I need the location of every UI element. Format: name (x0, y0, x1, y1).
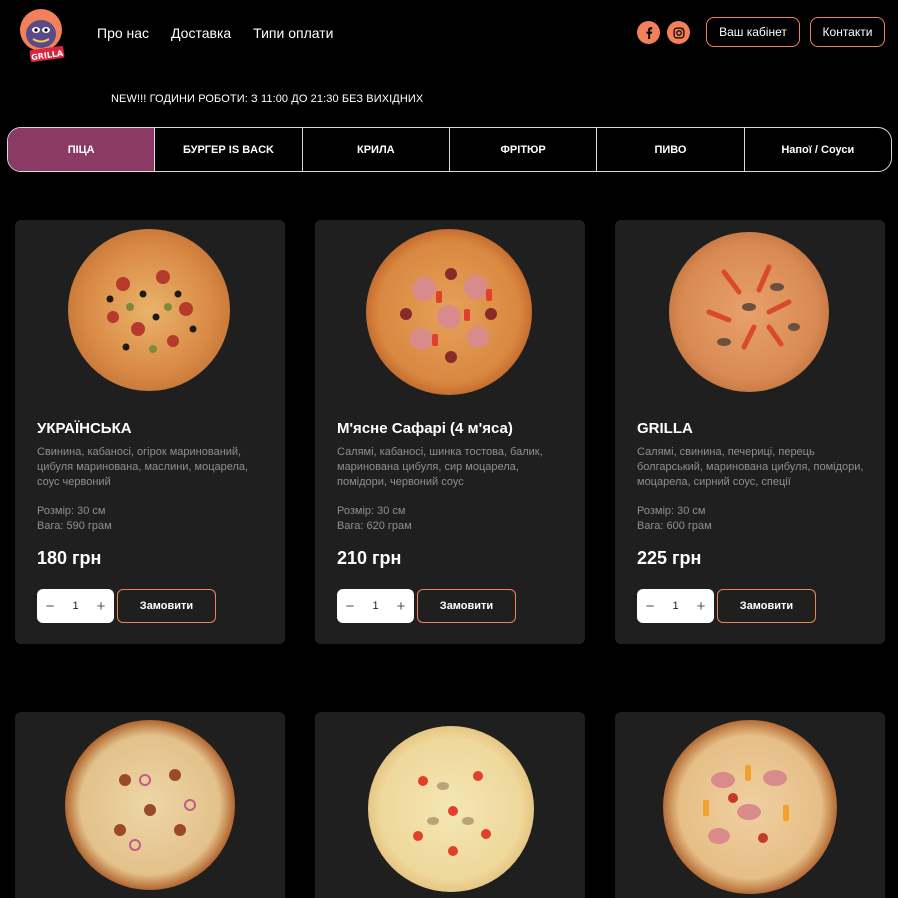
product-description: Салямі, кабаносі, шинка тостова, балик, … (337, 446, 543, 488)
nav-delivery[interactable]: Доставка (171, 25, 231, 41)
category-tabs: ПІЦА БУРГЕР IS BACK КРИЛА ФРІТЮР ПИВО На… (7, 127, 892, 172)
pizza-image (65, 720, 235, 890)
plus-icon[interactable]: + (394, 598, 408, 615)
facebook-icon[interactable] (637, 21, 660, 44)
product-description: Салямі, свинина, печериці, перець болгар… (637, 446, 864, 488)
product-name: М'ясне Сафарі (4 м'яса) (337, 420, 513, 437)
tab-beer[interactable]: ПИВО (597, 128, 745, 171)
quantity-stepper: − 1 + (337, 589, 414, 623)
tab-burger[interactable]: БУРГЕР IS BACK (155, 128, 303, 171)
product-weight: Вага: 600 грам (637, 520, 712, 532)
minus-icon[interactable]: − (643, 598, 657, 615)
pizza-image (68, 229, 230, 391)
product-price: 225 грн (637, 548, 702, 568)
tab-pizza[interactable]: ПІЦА (8, 128, 156, 171)
pizza-image (663, 720, 837, 894)
minus-icon[interactable]: − (343, 598, 357, 615)
contacts-button[interactable]: Контакти (810, 17, 885, 47)
pizza-image (669, 232, 829, 392)
quantity-stepper: − 1 + (37, 589, 114, 623)
nav-payment-types[interactable]: Типи оплати (253, 25, 333, 41)
product-name: УКРАЇНСЬКА (37, 420, 132, 437)
product-price: 180 грн (37, 548, 102, 568)
product-card: М'ясне Сафарі (4 м'яса) Салямі, кабаносі… (315, 220, 585, 644)
product-size: Розмір: 30 см (637, 505, 706, 517)
main-nav: Про нас Доставка Типи оплати (97, 25, 333, 41)
plus-icon[interactable]: + (694, 598, 708, 615)
order-button[interactable]: Замовити (117, 589, 216, 623)
order-button[interactable]: Замовити (417, 589, 516, 623)
pizza-image (366, 229, 532, 395)
quantity-value[interactable]: 1 (72, 600, 78, 612)
product-description: Свинина, кабаносі, огірок маринований, ц… (37, 446, 249, 488)
product-weight: Вага: 620 грам (337, 520, 412, 532)
quantity-value[interactable]: 1 (372, 600, 378, 612)
quantity-stepper: − 1 + (637, 589, 714, 623)
tab-drinks-sauces[interactable]: Напої / Соуси (745, 128, 891, 171)
product-weight: Вага: 590 грам (37, 520, 112, 532)
instagram-icon[interactable] (667, 21, 690, 44)
product-name: GRILLA (637, 420, 693, 437)
product-card: GRILLA Салямі, свинина, печериці, перець… (615, 220, 885, 644)
product-card (615, 712, 885, 898)
nav-about[interactable]: Про нас (97, 25, 149, 41)
pizza-image (368, 726, 534, 892)
product-size: Розмір: 30 см (37, 505, 106, 517)
product-price: 210 грн (337, 548, 402, 568)
quantity-value[interactable]: 1 (672, 600, 678, 612)
tab-wings[interactable]: КРИЛА (303, 128, 450, 171)
working-hours-notice: NEW!!! ГОДИНИ РОБОТИ: З 11:00 ДО 21:30 Б… (111, 93, 424, 105)
cabinet-button[interactable]: Ваш кабінет (706, 17, 800, 47)
order-button[interactable]: Замовити (717, 589, 816, 623)
product-size: Розмір: 30 см (337, 505, 406, 517)
tab-fryer[interactable]: ФРІТЮР (450, 128, 598, 171)
product-card (15, 712, 285, 898)
product-card: УКРАЇНСЬКА Свинина, кабаносі, огірок мар… (15, 220, 285, 644)
minus-icon[interactable]: − (43, 598, 57, 615)
grilla-logo[interactable]: GRILLA (14, 6, 72, 64)
plus-icon[interactable]: + (94, 598, 108, 615)
product-card (315, 712, 585, 898)
